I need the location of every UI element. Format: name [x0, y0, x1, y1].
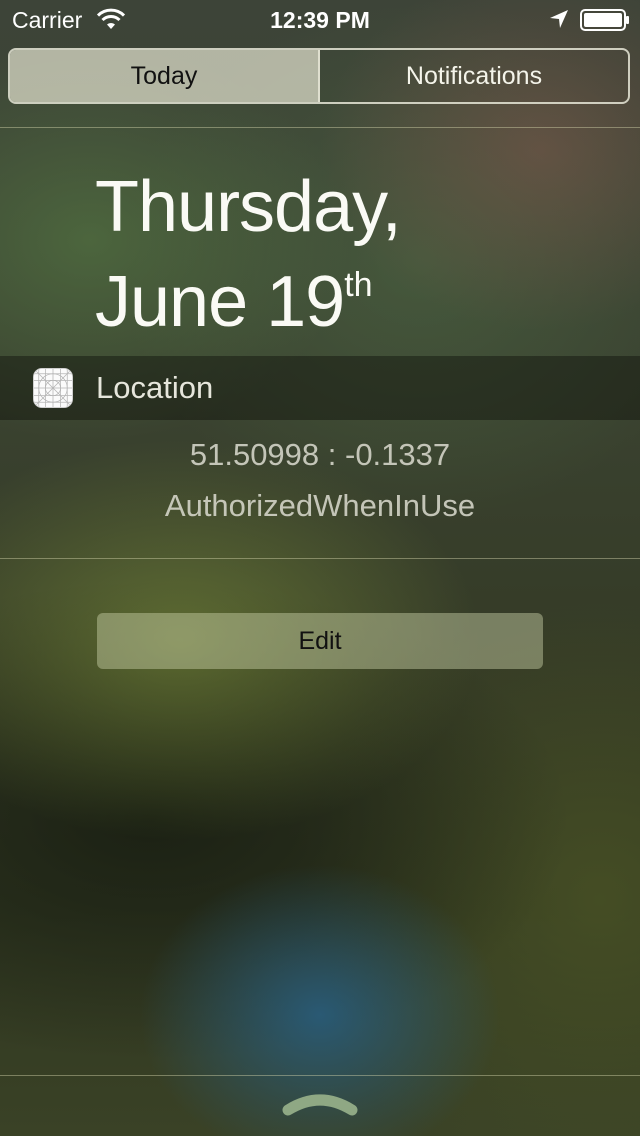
authorization-status: AuthorizedWhenInUse [164, 488, 476, 523]
app-icon-grid [33, 368, 73, 408]
battery-icon [580, 9, 629, 31]
date-weekday: Thursday, [95, 167, 402, 247]
tab-today[interactable]: Today [10, 50, 320, 102]
location-coordinates: 51.50998 : -0.1337 [189, 437, 451, 472]
date-ordinal-suffix: th [344, 266, 373, 304]
widget-divider [0, 558, 640, 559]
location-arrow-icon [550, 10, 568, 28]
date-header: Thursday, June 19th [95, 167, 402, 341]
date-month-day: June 19 [95, 262, 345, 342]
today-notifications-segmented-control: Today Notifications [8, 48, 630, 104]
tab-notifications[interactable]: Notifications [320, 50, 628, 102]
header-divider [0, 127, 640, 128]
date-day-line: June 19th [95, 246, 401, 341]
widget-title: Location [96, 370, 214, 405]
location-widget-header[interactable]: Location [0, 356, 640, 420]
status-time: 12:39 PM [270, 7, 370, 33]
status-bar: Carrier 12:39 PM [0, 0, 640, 40]
edit-button[interactable]: Edit [97, 613, 543, 669]
bottom-divider [0, 1075, 640, 1076]
grabber-handle-icon[interactable] [282, 1090, 358, 1118]
